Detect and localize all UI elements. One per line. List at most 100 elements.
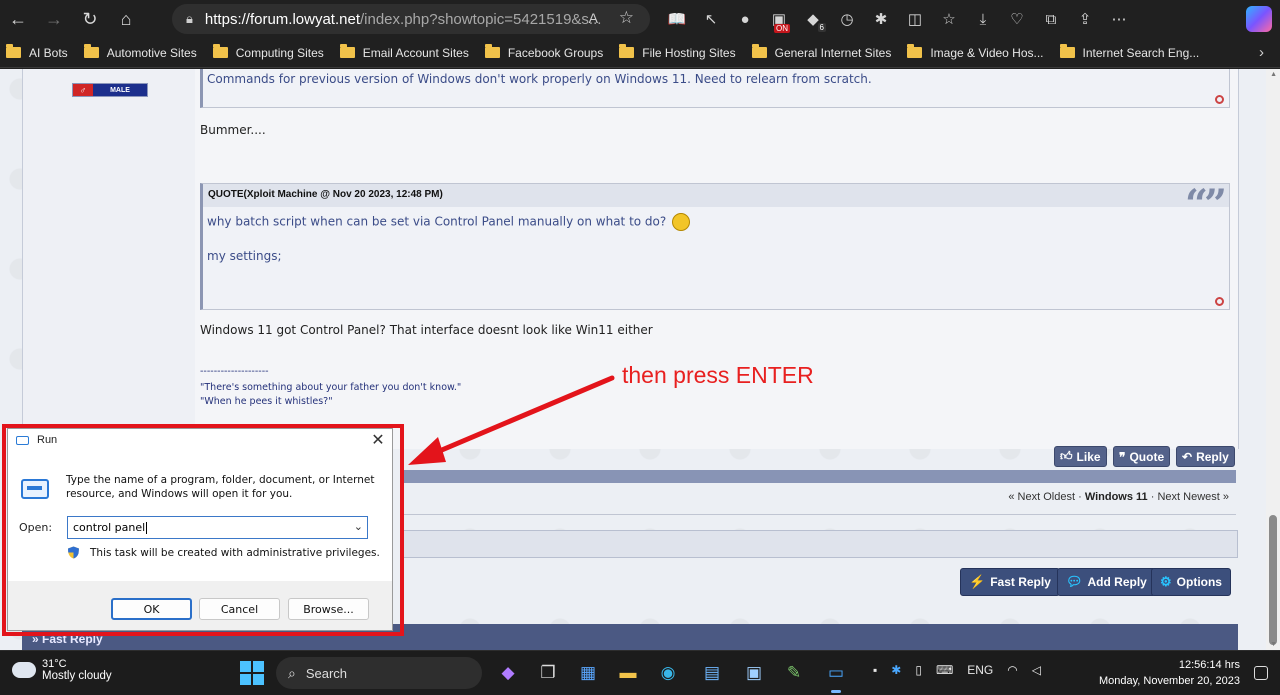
folder-icon xyxy=(1059,44,1075,58)
folder-icon xyxy=(484,44,500,58)
copilot-icon[interactable] xyxy=(1246,6,1272,32)
quote-button[interactable]: ❞ Quote xyxy=(1113,446,1171,467)
options-button[interactable]: ⚙ Options xyxy=(1151,568,1231,596)
chat-bubble-icon: 💬︎ xyxy=(1066,574,1083,589)
scroll-down-icon[interactable]: ▼ xyxy=(1270,641,1277,648)
wifi-icon[interactable]: ◠ xyxy=(1007,663,1017,677)
keyboard-icon[interactable]: ⌨ xyxy=(936,663,953,677)
clock-extension-icon[interactable]: ◷ xyxy=(832,4,862,34)
store-icon[interactable]: ▦ xyxy=(574,659,602,687)
run-app-icon xyxy=(16,435,29,445)
next-oldest-link[interactable]: « Next Oldest xyxy=(1008,491,1075,503)
gear-icon: ⚙ xyxy=(1160,574,1172,589)
extension-badge: 6 xyxy=(817,23,826,32)
edge-icon[interactable]: ◉ xyxy=(654,659,682,687)
dialog-description: Type the name of a program, folder, docu… xyxy=(66,474,375,500)
page-scrollbar[interactable]: ▲ ▼ xyxy=(1266,69,1280,650)
bookmark-folder[interactable]: AI Bots xyxy=(6,44,68,60)
bookmark-folder[interactable]: Internet Search Eng... xyxy=(1059,44,1199,60)
weather-widget[interactable]: 31°C Mostly cloudy xyxy=(12,657,112,682)
current-topic: Windows 11 xyxy=(1084,491,1148,503)
collections-icon[interactable]: ⧉ xyxy=(1036,4,1066,34)
open-combobox[interactable]: control panel ⌄ xyxy=(67,516,368,539)
notepad-icon[interactable]: ▤ xyxy=(698,659,726,687)
bookmark-folder[interactable]: Automotive Sites xyxy=(83,44,197,60)
back-icon[interactable]: ← xyxy=(0,4,36,34)
read-aloud-icon[interactable]: A xyxy=(589,10,598,26)
task-view-icon[interactable]: ❐ xyxy=(534,659,562,687)
ok-button[interactable]: OK xyxy=(111,598,192,620)
bluetooth-icon[interactable]: ✱ xyxy=(891,663,901,677)
share-icon[interactable]: ⇪ xyxy=(1070,4,1100,34)
health-icon[interactable]: ♡ xyxy=(1002,4,1032,34)
pool-ball-icon[interactable]: ● xyxy=(730,4,760,34)
bookmarks-bar: AI Bots Automotive Sites Computing Sites… xyxy=(0,38,1280,68)
annotation-callout: then press ENTER xyxy=(622,362,814,388)
tray-app-icon[interactable]: ▪ xyxy=(873,663,877,677)
chevron-down-icon[interactable]: ⌄ xyxy=(354,520,363,533)
reading-icon[interactable]: 📖 xyxy=(662,4,692,34)
info-bar xyxy=(400,530,1238,558)
file-explorer-icon[interactable]: ▬ xyxy=(614,659,642,687)
reply-arrow-icon: ↶ xyxy=(1182,449,1193,464)
on-extension-icon[interactable]: ▣ ON xyxy=(764,4,794,34)
notes-app-icon[interactable]: ✎ xyxy=(780,659,808,687)
split-screen-icon[interactable]: ◫ xyxy=(900,4,930,34)
anchor-icon[interactable] xyxy=(1215,95,1224,104)
copilot-app-icon[interactable]: ◆ xyxy=(494,659,522,687)
dialog-title: Run xyxy=(37,434,58,446)
bookmark-folder[interactable]: Image & Video Hos... xyxy=(907,44,1044,60)
scroll-thumb[interactable] xyxy=(1269,515,1277,645)
extension-count-icon[interactable]: ◆ 6 xyxy=(798,4,828,34)
notification-icon[interactable] xyxy=(1254,666,1268,680)
favorite-star-icon[interactable]: ☆ xyxy=(619,8,634,28)
cursor-icon[interactable]: ↖ xyxy=(696,4,726,34)
downloads-icon[interactable]: ⤓ xyxy=(968,4,998,34)
more-icon[interactable]: ⋯ xyxy=(1104,4,1134,34)
address-bar[interactable]: 🔒︎ https://forum.lowyat.net/index.php?sh… xyxy=(172,4,650,34)
forward-icon[interactable]: → xyxy=(36,4,72,34)
url-host: https://forum.lowyat.net xyxy=(204,10,360,28)
fast-reply-button[interactable]: ⚡ Fast Reply xyxy=(960,568,1060,596)
chevron-right-icon[interactable]: › xyxy=(1259,44,1264,61)
refresh-icon[interactable]: ↻ xyxy=(72,4,108,34)
clock[interactable]: 12:56:14 hrs Monday, November 20, 2023 xyxy=(1099,657,1240,689)
bookmark-folder[interactable]: Computing Sites xyxy=(212,44,324,60)
usb-icon[interactable]: ▯ xyxy=(915,663,922,677)
search-label: Search xyxy=(305,665,348,681)
open-input-value[interactable]: control panel xyxy=(73,521,145,534)
like-button[interactable]: 👍︎ Like xyxy=(1054,446,1107,467)
language-indicator[interactable]: ENG xyxy=(967,663,993,677)
quote-text: my settings; xyxy=(207,249,282,263)
cloud-icon xyxy=(12,657,36,678)
volume-icon[interactable]: ◁ xyxy=(1032,663,1041,677)
bookmark-folder[interactable]: File Hosting Sites xyxy=(619,44,736,60)
dialog-title-bar: Run xyxy=(16,434,57,446)
anchor-icon[interactable] xyxy=(1215,297,1224,306)
close-icon[interactable]: ✕ xyxy=(368,430,388,450)
reply-button[interactable]: ↶ Reply xyxy=(1176,446,1235,467)
run-dialog: Run ✕ Type the name of a program, folder… xyxy=(7,428,393,631)
run-taskbar-icon[interactable]: ▭ xyxy=(822,659,850,693)
gender-label: MALE xyxy=(110,86,130,94)
puzzle-icon[interactable]: ✱ xyxy=(866,4,896,34)
weather-description: Mostly cloudy xyxy=(42,670,112,682)
cancel-button[interactable]: Cancel xyxy=(199,598,280,620)
bookmark-folder[interactable]: General Internet Sites xyxy=(751,44,891,60)
browse-button[interactable]: Browse... xyxy=(288,598,369,620)
windows-start-icon[interactable] xyxy=(240,661,264,685)
bookmark-folder[interactable]: Facebook Groups xyxy=(484,44,603,60)
url-path: /index.php?showtopic=5421519&s... xyxy=(360,10,602,28)
remote-desktop-icon[interactable]: ▣ xyxy=(740,659,768,687)
run-program-icon xyxy=(21,479,49,499)
scroll-up-icon[interactable]: ▲ xyxy=(1270,71,1277,78)
favorites-icon[interactable]: ☆ xyxy=(934,4,964,34)
next-newest-link[interactable]: Next Newest » xyxy=(1157,491,1229,503)
add-reply-button[interactable]: 💬︎ Add Reply xyxy=(1057,568,1156,596)
bookmark-folder[interactable]: Email Account Sites xyxy=(339,44,469,60)
taskbar-search[interactable]: ⌕ Search xyxy=(276,657,482,689)
quote-icon: ❞ xyxy=(1119,449,1126,464)
open-label: Open: xyxy=(19,521,53,534)
home-icon[interactable]: ⌂ xyxy=(108,4,144,34)
signature-line: "When he pees it whistles?" xyxy=(200,396,333,407)
